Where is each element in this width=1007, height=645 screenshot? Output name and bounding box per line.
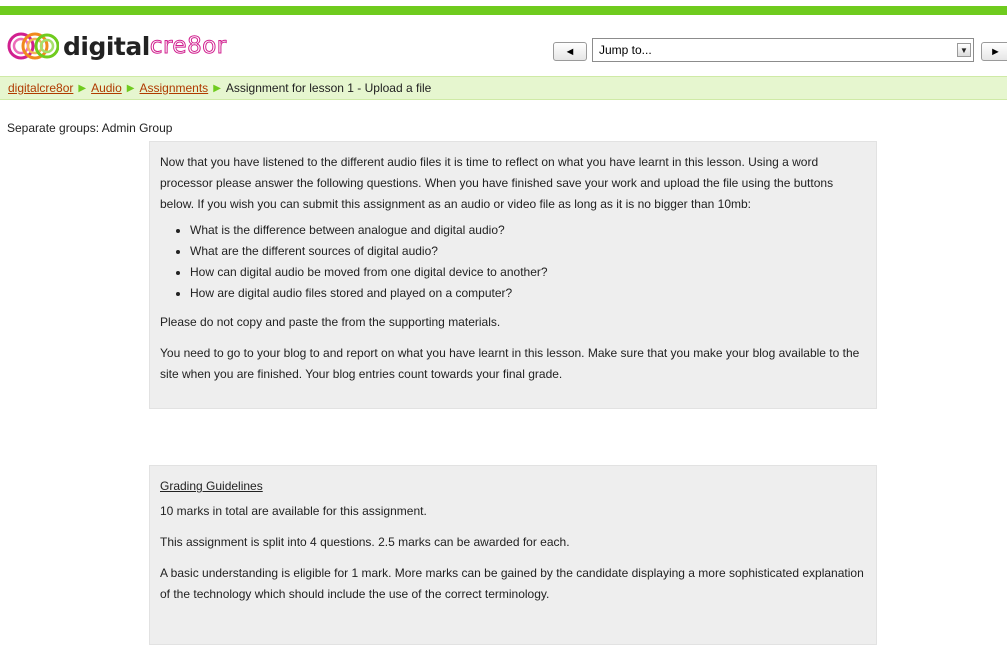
separate-groups-label: Separate groups: Admin Group bbox=[7, 121, 173, 135]
intro-paragraph: Now that you have listened to the differ… bbox=[160, 155, 834, 211]
left-arrow-icon: ◄ bbox=[564, 45, 576, 58]
list-item: How are digital audio files stored and p… bbox=[190, 283, 866, 304]
breadcrumb: digitalcre8or ▶ Audio ▶ Assignments ▶ As… bbox=[0, 76, 1007, 100]
dropdown-arrow-icon[interactable]: ▼ bbox=[957, 43, 971, 57]
list-item: What is the difference between analogue … bbox=[190, 220, 866, 241]
next-activity-button[interactable]: ► bbox=[981, 42, 1007, 61]
grading-guidelines-box: Grading Guidelines 10 marks in total are… bbox=[149, 465, 877, 645]
breadcrumb-link-home[interactable]: digitalcre8or bbox=[8, 81, 73, 95]
breadcrumb-link-audio[interactable]: Audio bbox=[91, 81, 122, 95]
breadcrumb-separator-icon: ▶ bbox=[78, 82, 87, 94]
grading-line-total: 10 marks in total are available for this… bbox=[160, 504, 427, 518]
list-item: How can digital audio be moved from one … bbox=[190, 262, 866, 283]
grading-line-split: This assignment is split into 4 question… bbox=[160, 535, 570, 549]
site-header: digital cre8or ◄ Jump to... ▼ ► bbox=[0, 15, 1007, 75]
breadcrumb-separator-icon: ▶ bbox=[126, 82, 135, 94]
logo-word-digital: digital bbox=[63, 31, 150, 61]
breadcrumb-link-assignments[interactable]: Assignments bbox=[139, 81, 208, 95]
grading-line-understanding: A basic understanding is eligible for 1 … bbox=[160, 566, 864, 601]
copy-note: Please do not copy and paste the from th… bbox=[160, 315, 501, 329]
assignment-description-box: Now that you have listened to the differ… bbox=[149, 141, 877, 409]
site-logo[interactable]: digital cre8or bbox=[7, 29, 227, 63]
previous-activity-button[interactable]: ◄ bbox=[553, 42, 587, 61]
question-list: What is the difference between analogue … bbox=[160, 220, 866, 304]
logo-word-cre8or: cre8or bbox=[149, 33, 227, 60]
breadcrumb-separator-icon: ▶ bbox=[213, 82, 221, 94]
blog-paragraph: You need to go to your blog to and repor… bbox=[160, 346, 860, 381]
breadcrumb-current-page: Assignment for lesson 1 - Upload a file bbox=[225, 81, 432, 95]
jump-to-value: Jump to... bbox=[599, 43, 652, 57]
logo-rings-icon bbox=[7, 32, 59, 60]
grading-guidelines-title: Grading Guidelines bbox=[160, 479, 263, 493]
right-arrow-icon: ► bbox=[990, 45, 1001, 58]
green-header-bar bbox=[0, 6, 1007, 15]
list-item: What are the different sources of digita… bbox=[190, 241, 866, 262]
jump-to-select[interactable]: Jump to... ▼ bbox=[592, 38, 974, 62]
